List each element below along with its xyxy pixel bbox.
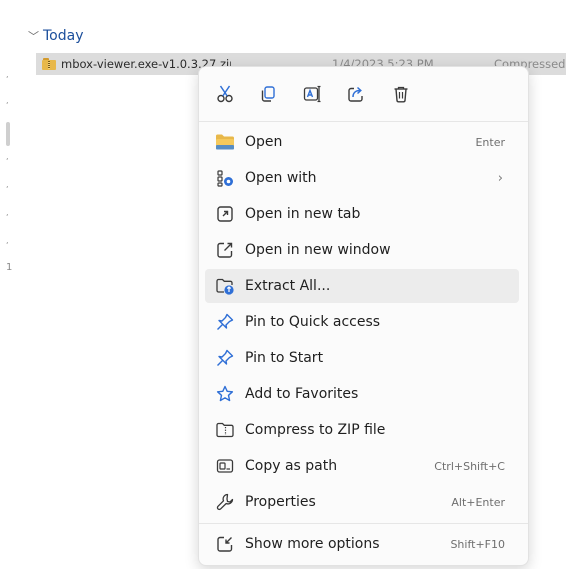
open-with-icon (215, 168, 235, 188)
menu-item-label: Open in new window (245, 242, 391, 258)
star-icon (215, 384, 235, 404)
wrench-icon (215, 492, 235, 512)
share-button[interactable] (345, 83, 367, 105)
menu-item-properties[interactable]: Properties Alt+Enter (205, 485, 519, 519)
nav-pane-scrollbar[interactable] (6, 122, 10, 146)
share-icon (348, 86, 363, 102)
group-header-label: Today (43, 28, 84, 44)
quick-actions-bar (199, 67, 528, 121)
menu-item-label: Extract All... (245, 278, 331, 294)
menu-item-pin-quick-access[interactable]: Pin to Quick access (205, 305, 519, 339)
menu-separator (199, 121, 528, 122)
chevron-right-icon: › (497, 170, 503, 186)
menu-separator (199, 523, 528, 524)
menu-item-shortcut: Shift+F10 (450, 537, 505, 551)
nav-mark: 1 (6, 262, 13, 273)
menu-item-copy-as-path[interactable]: Copy as path Ctrl+Shift+C (205, 449, 519, 483)
menu-item-label: Pin to Start (245, 350, 324, 366)
copy-icon (261, 86, 275, 102)
menu-item-add-to-favorites[interactable]: Add to Favorites (205, 377, 519, 411)
menu-item-shortcut: Enter (475, 135, 505, 149)
more-options-icon (215, 534, 235, 554)
copy-button[interactable] (257, 83, 279, 105)
menu-item-open[interactable]: Open Enter (205, 125, 519, 159)
new-window-icon (215, 240, 235, 260)
nav-mark: , (6, 236, 9, 245)
context-menu: Open Enter Open with › Open in new tab O… (198, 66, 529, 566)
cut-button[interactable] (214, 83, 236, 105)
menu-item-show-more-options[interactable]: Show more options Shift+F10 (205, 527, 519, 561)
chevron-down-icon: ﹀ (28, 30, 39, 43)
menu-item-shortcut: Alt+Enter (451, 495, 505, 509)
menu-item-label: Pin to Quick access (245, 314, 381, 330)
menu-item-open-new-tab[interactable]: Open in new tab (205, 197, 519, 231)
group-header-today[interactable]: ﹀ Today (28, 26, 84, 46)
new-tab-icon (215, 204, 235, 224)
menu-item-label: Open in new tab (245, 206, 361, 222)
nav-mark: , (6, 208, 9, 217)
folder-icon (215, 132, 235, 152)
menu-item-pin-to-start[interactable]: Pin to Start (205, 341, 519, 375)
menu-item-label: Compress to ZIP file (245, 422, 386, 438)
nav-mark: , (6, 152, 9, 161)
delete-button[interactable] (390, 83, 412, 105)
menu-item-label: Open with (245, 170, 317, 186)
pin-icon (215, 348, 235, 368)
copy-path-icon (215, 456, 235, 476)
pin-icon (215, 312, 235, 332)
menu-item-shortcut: Ctrl+Shift+C (434, 459, 505, 473)
trash-icon (394, 86, 408, 103)
scissors-icon (217, 85, 233, 103)
menu-item-open-with[interactable]: Open with › (205, 161, 519, 195)
rename-icon (303, 85, 321, 103)
nav-mark: , (6, 96, 9, 105)
rename-button[interactable] (301, 83, 323, 105)
menu-item-open-new-window[interactable]: Open in new window (205, 233, 519, 267)
menu-item-compress-zip[interactable]: Compress to ZIP file (205, 413, 519, 447)
nav-mark: , (6, 70, 9, 79)
zip-icon (215, 420, 235, 440)
nav-mark: , (6, 180, 9, 189)
extract-icon (215, 276, 235, 296)
zip-folder-icon (42, 58, 56, 70)
menu-item-extract-all[interactable]: Extract All... (205, 269, 519, 303)
menu-item-label: Add to Favorites (245, 386, 359, 402)
